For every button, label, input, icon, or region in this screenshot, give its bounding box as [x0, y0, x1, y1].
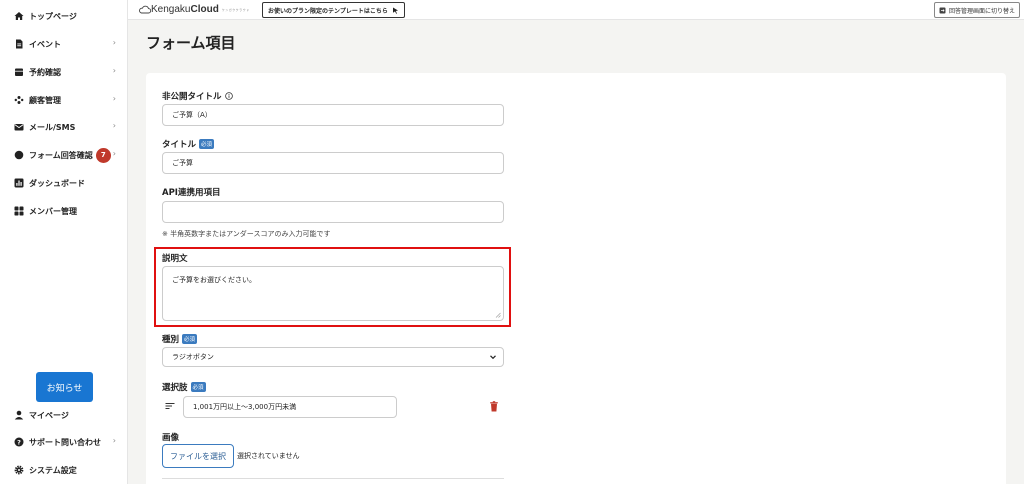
title-input[interactable]: ご予算 [162, 152, 504, 174]
sidebar-item-label: 予約確認 [29, 67, 61, 77]
sidebar-item-label: フォーム回答確認 [29, 150, 93, 160]
sidebar-item-reservation[interactable]: 予約確認 › [0, 62, 128, 82]
calendar-icon [14, 67, 24, 77]
required-badge: 必須 [182, 334, 198, 344]
user-icon [14, 410, 24, 420]
sidebar-item-label: マイページ [29, 410, 69, 420]
top-bar: KengakuCloud ケンガククラウド お使いのプラン限定のテンプレートはこ… [128, 0, 1024, 20]
page-title: フォーム項目 [146, 34, 236, 52]
sidebar-item-customers[interactable]: 顧客管理 › [0, 90, 128, 110]
resize-handle-icon[interactable] [495, 312, 501, 318]
customers-icon [14, 95, 24, 105]
chevron-right-icon: › [112, 149, 116, 158]
private-title-input[interactable]: ご予算（A） [162, 104, 504, 126]
notice-button[interactable]: お知らせ [36, 372, 93, 402]
chevron-right-icon: › [112, 94, 116, 103]
logo: KengakuCloud ケンガククラウド [139, 4, 250, 15]
chart-icon [14, 178, 24, 188]
required-badge: 必須 [190, 382, 206, 392]
description-label: 説明文 [162, 254, 188, 264]
choices-label: 選択肢 必須 [162, 382, 206, 393]
file-status: 選択されていません [237, 452, 300, 460]
mail-icon [14, 122, 24, 132]
description-textarea[interactable]: ご予算をお選びください。 [162, 266, 504, 321]
svg-text:?: ? [17, 438, 21, 446]
sidebar-item-dashboard[interactable]: ダッシュボード [0, 173, 128, 193]
api-label: API連携用項目 [162, 188, 221, 198]
type-label: 種別 必須 [162, 334, 198, 345]
brand-tagline: ケンガククラウド [221, 7, 250, 12]
help-icon: ? [14, 437, 24, 447]
sidebar: トップページ イベント › 予約確認 › 顧客管理 › メール/SMS › フォ… [0, 0, 128, 484]
gear-icon [14, 465, 24, 475]
file-select-button[interactable]: ファイルを選択 [162, 444, 234, 468]
cloud-icon [139, 5, 151, 14]
sidebar-item-label: ダッシュボード [29, 178, 85, 188]
sidebar-item-label: トップページ [29, 11, 77, 21]
trash-icon[interactable] [489, 401, 499, 412]
sidebar-item-label: 顧客管理 [29, 95, 61, 105]
image-label: 画像 [162, 433, 180, 443]
sidebar-item-label: システム設定 [29, 465, 77, 475]
home-icon [14, 11, 24, 21]
chevron-down-icon [490, 355, 496, 360]
switch-answer-view-button[interactable]: 回答管理画面に切り替え [933, 2, 1020, 18]
cursor-icon [392, 7, 398, 14]
sidebar-item-mypage[interactable]: マイページ [0, 405, 128, 425]
template-button[interactable]: お使いのプラン限定のテンプレートはこちら [262, 2, 405, 18]
sidebar-item-top[interactable]: トップページ [0, 6, 128, 26]
sidebar-item-label: メンバー管理 [29, 206, 77, 216]
sidebar-item-form-answers[interactable]: フォーム回答確認 7 › [0, 145, 128, 165]
sidebar-item-support[interactable]: ? サポート問い合わせ › [0, 432, 128, 452]
sidebar-item-label: イベント [29, 39, 61, 49]
chevron-right-icon: › [112, 66, 116, 75]
chevron-right-icon: › [112, 121, 116, 130]
grid-icon [14, 206, 24, 216]
chat-icon [14, 150, 24, 160]
notification-badge: 7 [95, 147, 111, 163]
required-badge: 必須 [199, 139, 215, 149]
sidebar-item-label: サポート問い合わせ [29, 437, 101, 447]
api-input[interactable] [162, 201, 504, 223]
sidebar-item-label: メール/SMS [29, 122, 76, 132]
title-label: タイトル 必須 [162, 139, 215, 150]
private-title-label: 非公開タイトル [162, 90, 233, 102]
type-select[interactable]: ラジオボタン [162, 347, 504, 367]
divider [162, 478, 504, 479]
sidebar-item-event[interactable]: イベント › [0, 34, 128, 54]
api-help-text: ※ 半角英数字またはアンダースコアのみ入力可能です [162, 230, 331, 238]
info-icon[interactable] [224, 92, 233, 100]
brand-name: KengakuCloud [151, 4, 219, 15]
document-icon [14, 39, 24, 49]
sidebar-item-members[interactable]: メンバー管理 [0, 201, 128, 221]
sidebar-item-mail[interactable]: メール/SMS › [0, 117, 128, 137]
sidebar-item-settings[interactable]: システム設定 [0, 460, 128, 480]
chevron-right-icon: › [112, 38, 116, 47]
switch-icon [939, 7, 946, 13]
choice-input[interactable]: 1,001万円以上～3,000万円未満 [183, 396, 397, 418]
drag-handle-icon[interactable] [165, 401, 175, 411]
chevron-right-icon: › [112, 436, 116, 445]
